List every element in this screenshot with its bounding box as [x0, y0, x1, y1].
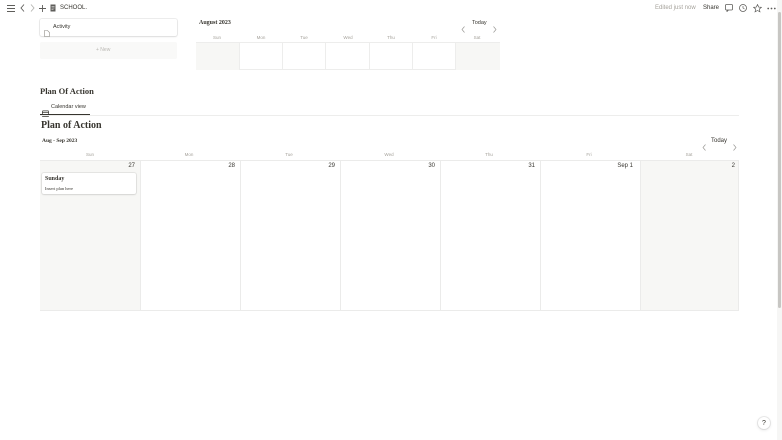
mini-day-header: Sun — [212, 35, 221, 40]
card-title: Activity — [53, 24, 71, 30]
day-header: Wed — [384, 152, 394, 157]
mini-weekend-cell[interactable] — [196, 43, 239, 70]
page-icon — [48, 3, 58, 13]
chevron-left-icon[interactable] — [17, 3, 27, 13]
chevron-left-icon[interactable] — [461, 20, 466, 38]
mini-day-header: Sat — [473, 35, 481, 40]
date-number: 27 — [128, 163, 135, 169]
mini-day-header: Mon — [256, 35, 266, 40]
date-number: 30 — [428, 163, 435, 169]
event-note: Insert plan here — [45, 186, 73, 191]
comment-icon[interactable] — [724, 3, 734, 13]
chevron-right-icon[interactable] — [492, 20, 497, 38]
day-cell-wed[interactable] — [340, 161, 440, 310]
day-header: Sun — [85, 152, 94, 157]
mini-day-cell[interactable] — [369, 43, 412, 70]
tab-label: Calendar view — [51, 104, 86, 110]
date-number: 28 — [228, 163, 235, 169]
event-title: Sunday — [45, 176, 65, 182]
mini-day-header: Wed — [343, 35, 353, 40]
calendar-range: Aug - Sep 2023 — [42, 138, 78, 144]
mini-calendar-week-row — [196, 42, 500, 70]
mini-weekend-cell[interactable] — [455, 43, 500, 70]
section-heading: Plan Of Action — [40, 86, 94, 96]
page-icon — [44, 24, 50, 42]
weekend-cell-sat[interactable] — [640, 161, 738, 310]
more-icon[interactable] — [766, 3, 776, 13]
day-header: Sat — [685, 152, 693, 157]
scrollbar-thumb[interactable] — [778, 12, 781, 308]
day-cell-tue[interactable] — [240, 161, 340, 310]
mini-day-header: Tue — [300, 35, 308, 40]
chevron-left-icon[interactable] — [702, 138, 707, 156]
board-card[interactable]: Activity — [40, 19, 177, 37]
day-header: Fri — [586, 152, 592, 157]
mini-day-cell[interactable] — [282, 43, 325, 70]
clock-icon[interactable] — [738, 3, 748, 13]
mini-day-cell[interactable] — [412, 43, 455, 70]
star-icon[interactable] — [752, 3, 762, 13]
mini-day-cell[interactable] — [325, 43, 369, 70]
mini-calendar-month: August 2023 — [199, 20, 231, 26]
mini-day-cell[interactable] — [239, 43, 282, 70]
date-number: 29 — [328, 163, 335, 169]
date-number: 2 — [731, 163, 735, 169]
top-bar: SCHOOL. Edited just now Share — [0, 0, 782, 16]
tab-calendar-view[interactable]: Calendar view — [40, 101, 90, 117]
day-header: Mon — [184, 152, 194, 157]
date-number: 31 — [528, 163, 535, 169]
board-new-button[interactable]: + New — [40, 42, 177, 59]
day-header: Tue — [285, 152, 293, 157]
today-button[interactable]: Today — [711, 138, 727, 144]
calendar-title: Plan of Action — [41, 120, 102, 131]
day-header: Thu — [485, 152, 493, 157]
help-label: ? — [762, 419, 766, 427]
menu-icon[interactable] — [6, 3, 16, 13]
calendar-grid — [40, 160, 739, 311]
share-button[interactable]: Share — [703, 4, 719, 12]
day-cell-fri[interactable] — [540, 161, 640, 310]
breadcrumb[interactable]: SCHOOL. — [60, 4, 87, 12]
chevron-right-icon[interactable] — [27, 3, 37, 13]
mini-today-button[interactable]: Today — [472, 20, 487, 26]
tab-divider — [40, 115, 739, 116]
edited-status: Edited just now — [655, 5, 696, 11]
date-number: Sep 1 — [617, 163, 633, 169]
plus-icon[interactable] — [37, 3, 47, 13]
day-cell-mon[interactable] — [140, 161, 240, 310]
chevron-right-icon[interactable] — [732, 138, 737, 156]
mini-day-header: Fri — [431, 35, 437, 40]
new-label: + New — [96, 47, 111, 53]
help-button[interactable]: ? — [758, 417, 770, 429]
mini-day-header: Thu — [387, 35, 395, 40]
day-cell-thu[interactable] — [440, 161, 540, 310]
event-card[interactable]: Sunday Insert plan here — [42, 173, 136, 194]
